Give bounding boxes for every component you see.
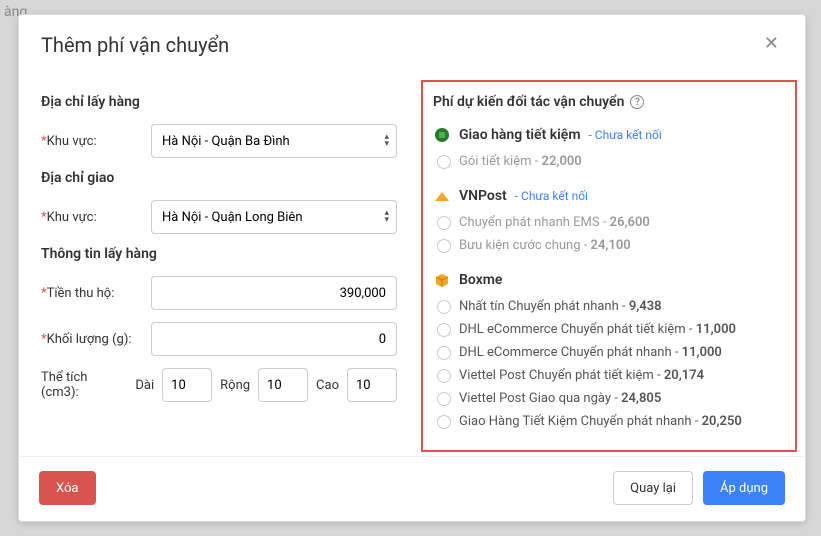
pickup-address-title: Địa chỉ lấy hàng [41,94,397,110]
pickup-area-label: *Khu vực: [41,134,151,149]
modal-footer: Xóa Quay lại Áp dụng [19,456,805,521]
right-column: Phí dự kiến đối tác vận chuyển ? Giao hà… [419,82,805,456]
length-input[interactable] [162,368,212,402]
partner-header: VNPost - Chưa kết nối [433,187,787,205]
shipping-option[interactable]: Viettel Post Chuyển phát tiết kiệm - 20,… [433,364,787,387]
not-connected-link[interactable]: - Chưa kết nối [515,189,588,203]
option-label: Bưu kiện cước chung - 24,100 [459,238,631,253]
estimated-fee-title: Phí dự kiến đối tác vận chuyển ? [425,82,799,120]
partner-name: Boxme [459,272,502,288]
partner-block: Giao hàng tiết kiệm - Chưa kết nối Gói tiế… [425,120,795,181]
delivery-address-title: Địa chỉ giao [41,170,397,186]
radio-icon[interactable] [437,415,451,429]
partner-block: Boxme Nhất tín Chuyển phát nhanh - 9,438 D… [425,265,795,441]
width-label: Rộng [220,378,250,393]
shipping-option[interactable]: Bưu kiện cước chung - 24,100 [433,234,787,257]
weight-input[interactable] [151,322,397,356]
radio-icon[interactable] [437,155,451,169]
delete-button[interactable]: Xóa [39,471,96,505]
partner-list[interactable]: Giao hàng tiết kiệm - Chưa kết nối Gói tiế… [425,120,799,456]
modal-header: Thêm phí vận chuyển ✕ [19,15,805,74]
partner-block: VNPost - Chưa kết nối Chuyển phát nhanh EM… [425,181,795,265]
option-label: Chuyển phát nhanh EMS - 26,600 [459,215,650,230]
radio-icon[interactable] [437,392,451,406]
boxme-icon [433,271,451,289]
height-input[interactable] [347,368,397,402]
shipping-option[interactable]: Viettel Post Giao qua ngày - 24,805 [433,387,787,410]
not-connected-link[interactable]: - Chưa kết nối [588,128,661,142]
width-input[interactable] [258,368,308,402]
partner-header: Boxme [433,271,787,289]
pickup-info-title: Thông tin lấy hàng [41,246,397,262]
shipping-option[interactable]: DHL eCommerce Chuyển phát nhanh - 11,000 [433,341,787,364]
radio-icon[interactable] [437,239,451,253]
vnpost-icon [433,187,451,205]
close-icon: ✕ [764,33,779,54]
option-label: Gói tiết kiệm - 22,000 [459,154,582,169]
modal: Thêm phí vận chuyển ✕ Địa chỉ lấy hàng *… [18,14,806,522]
help-icon[interactable]: ? [630,95,644,109]
shipping-option[interactable]: DHL eCommerce Chuyển phát tiết kiệm - 11… [433,318,787,341]
ghtk-icon [433,126,451,144]
option-label: Viettel Post Chuyển phát tiết kiệm - 20,… [459,368,704,383]
shipping-option[interactable]: Chuyển phát nhanh EMS - 26,600 [433,211,787,234]
option-label: DHL eCommerce Chuyển phát nhanh - 11,000 [459,345,722,360]
delivery-area-select[interactable]: Hà Nội - Quận Long Biên [151,200,397,234]
cod-input[interactable] [151,276,397,310]
close-button[interactable]: ✕ [760,33,783,54]
shipping-option[interactable]: Gói tiết kiệm - 22,000 [433,150,787,173]
radio-icon[interactable] [437,323,451,337]
option-label: Nhất tín Chuyển phát nhanh - 9,438 [459,299,662,314]
option-label: Giao Hàng Tiết Kiệm Chuyển phát nhanh - … [459,414,742,429]
radio-icon[interactable] [437,216,451,230]
back-button[interactable]: Quay lại [613,471,693,505]
length-label: Dài [135,378,154,393]
shipping-option[interactable]: Nhất tín Chuyển phát nhanh - 9,438 [433,295,787,318]
modal-body: Địa chỉ lấy hàng *Khu vực: Hà Nội - Quận… [19,74,805,456]
height-label: Cao [316,378,339,393]
apply-button[interactable]: Áp dụng [703,471,785,505]
volume-label: Thể tích (cm3): [41,370,127,400]
modal-title: Thêm phí vận chuyển [41,33,229,57]
partner-header: Giao hàng tiết kiệm - Chưa kết nối [433,126,787,144]
radio-icon[interactable] [437,369,451,383]
radio-icon[interactable] [437,346,451,360]
option-label: DHL eCommerce Chuyển phát tiết kiệm - 11… [459,322,736,337]
pickup-area-select[interactable]: Hà Nội - Quận Ba Đình [151,124,397,158]
shipping-option[interactable]: Giao Hàng Tiết Kiệm Chuyển phát nhanh - … [433,410,787,433]
option-label: Viettel Post Giao qua ngày - 24,805 [459,391,661,406]
cod-label: *Tiền thu hộ: [41,286,151,301]
left-column: Địa chỉ lấy hàng *Khu vực: Hà Nội - Quận… [19,82,419,456]
radio-icon[interactable] [437,300,451,314]
delivery-area-label: *Khu vực: [41,210,151,225]
weight-label: *Khối lượng (g): [41,332,151,347]
partner-name: Giao hàng tiết kiệm [459,127,580,143]
partner-name: VNPost [459,188,507,204]
